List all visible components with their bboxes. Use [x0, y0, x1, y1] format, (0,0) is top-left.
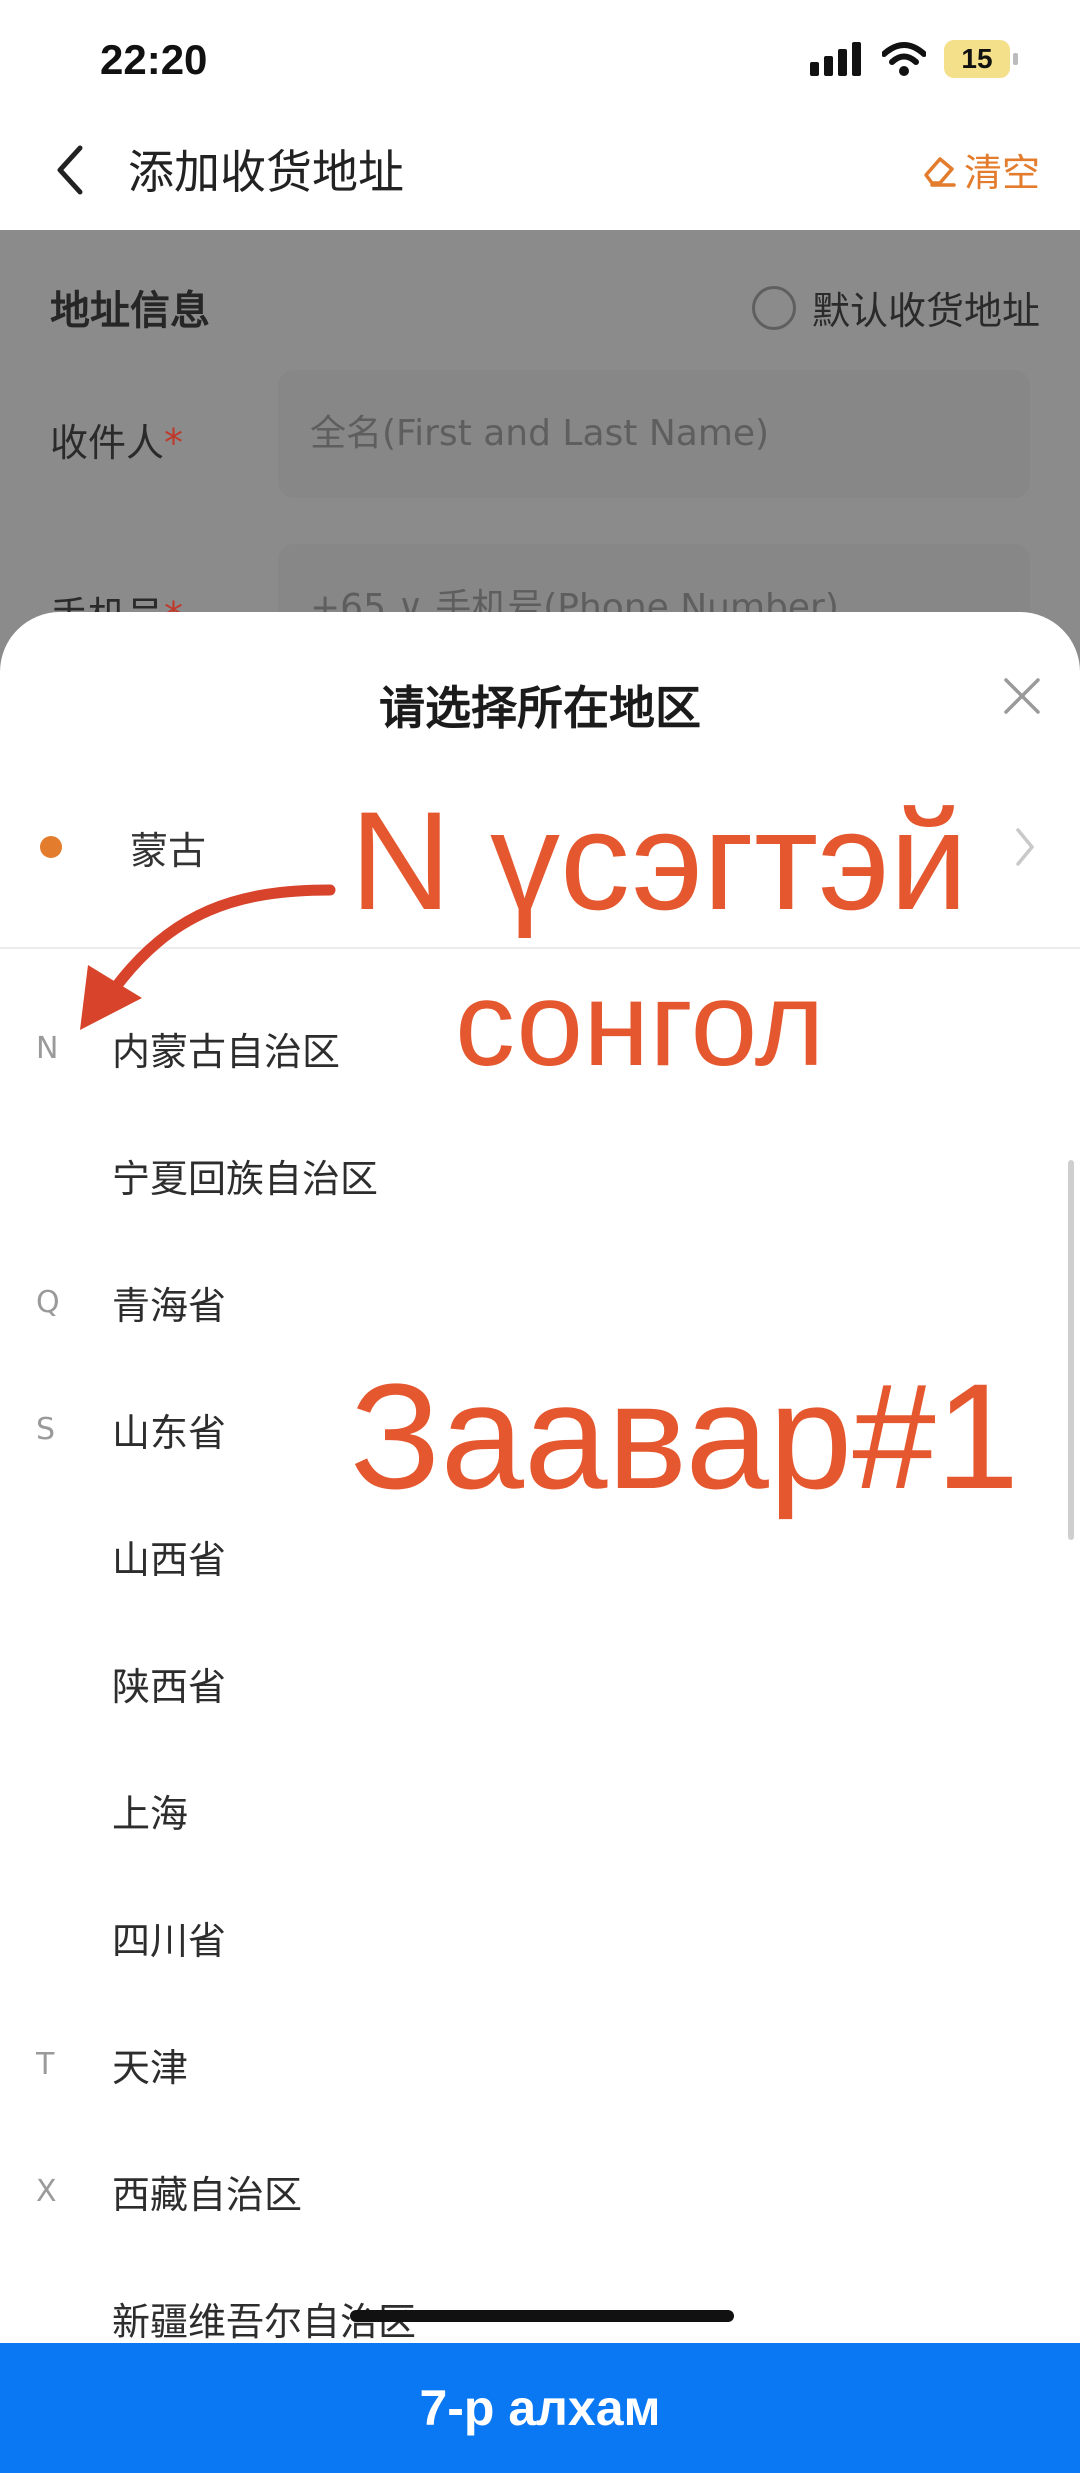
- status-time: 22:20: [100, 36, 208, 83]
- recipient-label-text: 收件人: [50, 421, 165, 465]
- region-item[interactable]: 上海: [0, 1759, 1080, 1886]
- index-letter: X: [36, 2174, 57, 2209]
- chevron-right-icon: [1016, 828, 1035, 866]
- region-name: 西藏自治区: [112, 2173, 303, 2217]
- battery-icon: 15: [944, 40, 1018, 78]
- battery-level: 15: [961, 43, 993, 74]
- index-letter: S: [36, 1412, 56, 1447]
- region-name: 上海: [112, 1792, 189, 1836]
- form-section-title: 地址信息: [50, 288, 210, 334]
- region-item[interactable]: 宁夏回族自治区: [0, 1124, 1080, 1251]
- region-item[interactable]: T 天津: [0, 2013, 1080, 2140]
- sheet-title: 请选择所在地区: [379, 681, 701, 735]
- region-name: 天津: [112, 2046, 189, 2090]
- region-name: 四川省: [112, 1919, 227, 1963]
- step-label: 7-р алхам: [419, 2380, 661, 2436]
- status-icons: 15: [810, 40, 1018, 78]
- annotation-line-2: сонгол: [455, 957, 825, 1091]
- region-item[interactable]: 陕西省: [0, 1632, 1080, 1759]
- region-item[interactable]: 山西省: [0, 1505, 1080, 1632]
- default-address-toggle[interactable]: 默认收货地址: [751, 280, 1040, 335]
- index-letter: T: [36, 2047, 55, 2082]
- close-icon[interactable]: [1000, 674, 1044, 718]
- index-letter: Q: [36, 1285, 60, 1320]
- step-footer-banner: 7-р алхам: [0, 2343, 1080, 2473]
- arrow-annotation-icon: [80, 884, 336, 1030]
- region-name: 山东省: [112, 1411, 227, 1455]
- region-item[interactable]: 四川省: [0, 1886, 1080, 2013]
- region-name: 陕西省: [112, 1665, 227, 1709]
- default-address-label: 默认收货地址: [811, 289, 1040, 333]
- annotation-line-1: N үсэгтэй: [350, 782, 968, 939]
- recipient-placeholder: 全名(First and Last Name): [310, 413, 770, 454]
- wifi-icon: [882, 42, 926, 76]
- selected-region: 蒙古: [130, 829, 207, 873]
- radio-icon[interactable]: [751, 285, 796, 330]
- region-name: 青海省: [112, 1284, 227, 1328]
- scrollbar[interactable]: [1068, 1160, 1074, 1540]
- region-list: N 内蒙古自治区 宁夏回族自治区 Q 青海省 S 山东省 山西省 陕西省 上海 四川省…: [0, 997, 1080, 2394]
- recipient-input[interactable]: 全名(First and Last Name): [278, 370, 1030, 498]
- region-name: 山西省: [112, 1538, 227, 1582]
- recipient-label: 收件人*: [50, 412, 183, 467]
- selected-dot-icon: [40, 836, 62, 858]
- index-letter: N: [36, 1031, 59, 1066]
- clear-button[interactable]: 清空: [920, 142, 1040, 197]
- annotation-line-3: Заавар#1: [350, 1352, 1020, 1520]
- page-title: 添加收货地址: [128, 145, 404, 199]
- home-indicator: [350, 2310, 734, 2322]
- region-name: 宁夏回族自治区: [112, 1157, 379, 1201]
- clear-label: 清空: [963, 151, 1040, 195]
- signal-icon: [810, 42, 861, 76]
- region-item[interactable]: X 西藏自治区: [0, 2140, 1080, 2267]
- required-mark: *: [164, 421, 184, 465]
- back-arrow-icon[interactable]: [50, 140, 90, 200]
- eraser-icon: [924, 156, 956, 187]
